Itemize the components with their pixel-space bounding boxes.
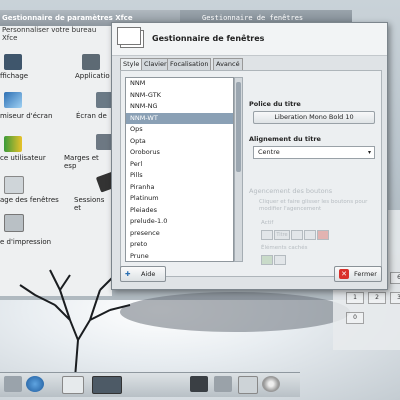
calc-key[interactable]: 6 (390, 272, 400, 284)
maximize-button-icon (304, 230, 316, 240)
tab-advanced[interactable]: Avancé (213, 58, 243, 70)
settings-item-screensaver[interactable]: miseur d'écran (0, 112, 52, 120)
title-chip: Titre (274, 230, 290, 240)
background-hill (120, 292, 350, 332)
tab-focus[interactable]: Focalisation (167, 58, 212, 70)
workspace-1[interactable] (62, 376, 84, 394)
back-window-title: Gestionnaire de fenêtres (202, 14, 304, 22)
title-alignment-label: Alignement du titre (249, 135, 321, 143)
theme-list-item[interactable]: Ops (126, 124, 233, 136)
close-button[interactable]: ✕ Fermer (334, 266, 382, 282)
settings-manager-subtitle: Personnaliser votre bureau Xfce (2, 26, 97, 42)
theme-list-item[interactable]: Pleiades (126, 205, 233, 217)
applications-icon[interactable] (82, 54, 100, 70)
theme-list-item[interactable]: prelude-1.0 (126, 216, 233, 228)
settings-item-printer[interactable]: e d'impression (0, 238, 51, 246)
settings-manager-title: Gestionnaire de paramètres Xfce (2, 14, 133, 22)
theme-list-item[interactable]: NNM-GTK (126, 90, 233, 102)
settings-item-user-interface[interactable]: ce utilisateur (0, 154, 46, 162)
theme-list-item[interactable]: Perl (126, 159, 233, 171)
xfce-menu-icon[interactable] (4, 376, 22, 392)
help-button[interactable]: ✚ Aide (120, 266, 166, 282)
theme-list-item[interactable]: Platinum (126, 193, 233, 205)
close-icon: ✕ (339, 269, 349, 279)
stick-button-icon (261, 255, 273, 265)
disc-icon[interactable] (262, 376, 280, 392)
minimize-button-icon (291, 230, 303, 240)
theme-list[interactable]: NNM NNM-GTK NNM-NG NNM-WT Ops Opta Oroborus Per… (125, 77, 234, 262)
calc-key[interactable]: 1 (346, 292, 364, 304)
settings-item-applications[interactable]: Applicatio (75, 72, 110, 80)
settings-item-screen[interactable]: Écran de (76, 112, 107, 120)
help-button-label: Aide (141, 270, 156, 278)
tab-style[interactable]: Style (120, 58, 143, 70)
calc-key[interactable]: 0 (346, 312, 364, 324)
dialog-header: Gestionnaire de fenêtres (112, 23, 387, 56)
theme-list-item[interactable]: NNM (126, 78, 233, 90)
trash-icon[interactable] (238, 376, 258, 394)
display-icon[interactable] (4, 54, 22, 70)
shade-button-icon (274, 255, 286, 265)
tab-keyboard[interactable]: Clavier (141, 58, 170, 70)
active-label: Actif (261, 220, 274, 226)
scrollbar-thumb[interactable] (236, 82, 241, 172)
button-layout-hint: Cliquer et faire glisser les boutons pou… (259, 199, 368, 212)
button-layout-label: Agencement des boutons (249, 187, 333, 195)
theme-list-item[interactable]: Prune (126, 251, 233, 262)
theme-list-scrollbar[interactable] (234, 77, 243, 262)
settings-item-display[interactable]: ffichage (0, 72, 28, 80)
dialog-title: Gestionnaire de fenêtres (152, 34, 265, 43)
calc-key[interactable]: 3 (390, 292, 400, 304)
theme-list-item[interactable]: Opta (126, 136, 233, 148)
style-panel: NNM NNM-GTK NNM-NG NNM-WT Ops Opta Oroborus Per… (120, 70, 382, 277)
theme-list-item[interactable]: Pills (126, 170, 233, 182)
title-font-button[interactable]: Liberation Mono Bold 10 (253, 111, 375, 124)
help-icon: ✚ (125, 270, 131, 278)
settings-item-window-tweaks[interactable]: age des fenêtres (0, 196, 59, 204)
theme-list-item[interactable]: presence (126, 228, 233, 240)
title-alignment-combo[interactable]: Centre ▾ (253, 146, 375, 159)
chevron-down-icon: ▾ (367, 149, 371, 156)
printer-icon[interactable] (4, 214, 24, 232)
windows-icon (117, 27, 144, 48)
user-interface-icon[interactable] (4, 136, 22, 152)
theme-list-item[interactable]: Piranha (126, 182, 233, 194)
terminal-icon[interactable] (190, 376, 208, 392)
web-browser-icon[interactable] (26, 376, 44, 392)
title-chip-label: Titre (276, 232, 288, 238)
close-button-label: Fermer (354, 270, 377, 278)
theme-list-item[interactable]: NNM-NG (126, 101, 233, 113)
hidden-elements-label: Éléments cachés (261, 245, 308, 251)
window-tweaks-icon[interactable] (4, 176, 24, 194)
settings-item-sessions[interactable]: Sessions et (74, 196, 112, 212)
settings-item-margins[interactable]: Marges et esp (64, 154, 112, 170)
taskbar (0, 372, 300, 397)
settings-tools-icon[interactable] (214, 376, 232, 392)
theme-list-item[interactable]: NNM-WT (126, 112, 233, 124)
close-button-icon (317, 230, 329, 240)
calc-key[interactable]: 2 (368, 292, 386, 304)
theme-list-item[interactable]: preto (126, 239, 233, 251)
screensaver-icon[interactable] (4, 92, 22, 108)
title-font-label: Police du titre (249, 100, 301, 108)
title-alignment-value: Centre (258, 148, 280, 156)
menu-button-icon (261, 230, 273, 240)
window-manager-dialog: Gestionnaire de fenêtres Style Clavier F… (111, 22, 388, 290)
workspace-2[interactable] (92, 376, 122, 394)
theme-list-item[interactable]: Oroborus (126, 147, 233, 159)
